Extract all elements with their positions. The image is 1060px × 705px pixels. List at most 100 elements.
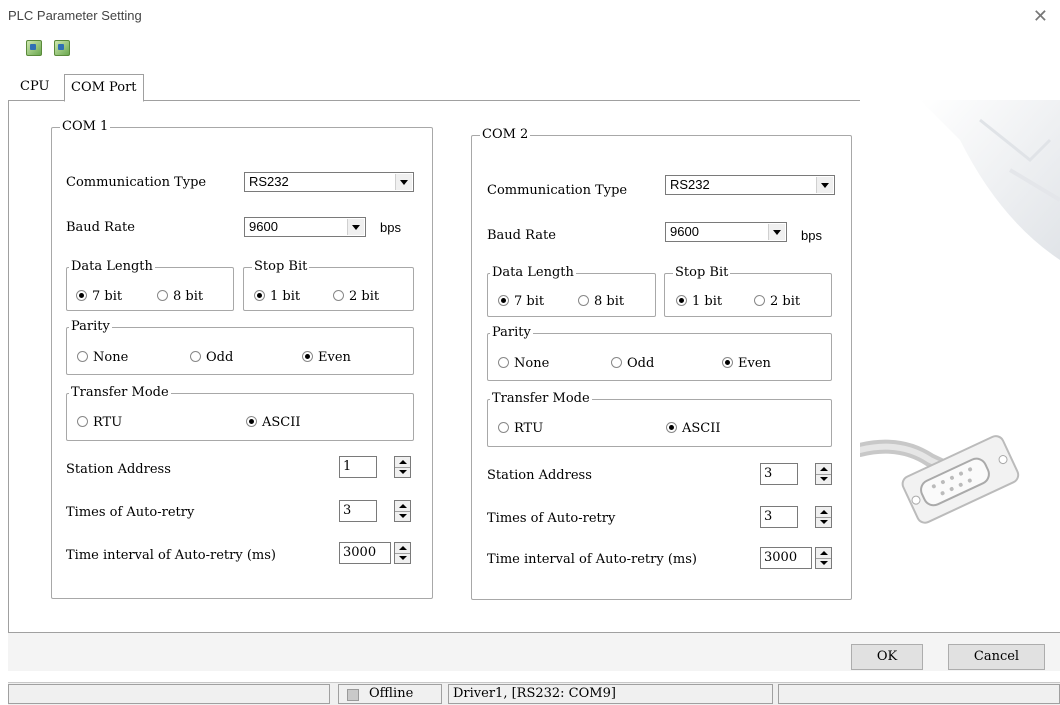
com1-baud-rate-label: Baud Rate [66,220,135,235]
radio-icon [77,416,88,427]
spin-buttons[interactable] [815,463,832,485]
radio-label: Even [318,350,351,365]
com2-communication-type-value: RS232 [670,177,710,192]
com2-time-interval-stepper[interactable]: 3000 [760,547,832,569]
com2-transfer-mode-ascii[interactable]: ASCII [666,421,721,436]
com1-times-auto-retry-stepper[interactable]: 3 [339,500,411,522]
com1-data-length-8bit[interactable]: 8 bit [157,289,203,304]
spin-buttons[interactable] [815,506,832,528]
com2-station-address-value[interactable]: 3 [760,463,798,485]
com1-transfer-mode-title: Transfer Mode [69,385,171,401]
spin-down-icon[interactable] [816,558,831,568]
radio-icon [190,351,201,362]
com2-data-length-7bit[interactable]: 7 bit [498,294,544,309]
com2-title: COM 2 [480,127,531,143]
radio-icon [77,351,88,362]
com1-stop-bit-1bit[interactable]: 1 bit [254,289,300,304]
spin-down-icon[interactable] [395,553,410,563]
upload-icon[interactable] [26,40,42,56]
com2-times-auto-retry-value[interactable]: 3 [760,506,798,528]
status-driver: Driver1, [RS232: COM9] [448,684,773,704]
close-icon[interactable]: ✕ [1033,6,1048,27]
com1-parity-none[interactable]: None [77,350,128,365]
chevron-down-icon[interactable] [347,219,364,235]
window-title: PLC Parameter Setting [8,8,142,23]
com2-time-interval-value[interactable]: 3000 [760,547,812,569]
chevron-down-icon[interactable] [816,177,833,193]
com2-baud-rate-select[interactable]: 9600 [665,222,787,242]
download-icon[interactable] [54,40,70,56]
com1-station-address-stepper[interactable]: 1 [339,456,411,478]
com1-baud-rate-select[interactable]: 9600 [244,217,366,237]
com2-station-address-stepper[interactable]: 3 [760,463,832,485]
com2-parity-odd[interactable]: Odd [611,356,654,371]
com1-transfer-mode-rtu[interactable]: RTU [77,415,122,430]
com1-parity-odd[interactable]: Odd [190,350,233,365]
radio-label: 2 bit [770,294,801,309]
spin-buttons[interactable] [394,456,411,478]
com1-station-address-label: Station Address [66,462,171,477]
radio-checked-icon [722,357,733,368]
com1-times-auto-retry-value[interactable]: 3 [339,500,377,522]
com1-communication-type-select[interactable]: RS232 [244,172,414,192]
com2-baud-rate-value: 9600 [670,224,699,239]
com2-bps-unit: bps [801,228,822,243]
radio-checked-icon [302,351,313,362]
com1-data-length-7bit[interactable]: 7 bit [76,289,122,304]
spin-buttons[interactable] [394,500,411,522]
radio-icon [498,357,509,368]
com1-stop-bit-title: Stop Bit [252,259,310,275]
com2-times-auto-retry-stepper[interactable]: 3 [760,506,832,528]
com1-time-interval-stepper[interactable]: 3000 [339,542,411,564]
spin-buttons[interactable] [815,547,832,569]
tab-cpu[interactable]: CPU [14,74,55,100]
com2-parity-title: Parity [490,325,533,341]
spin-down-icon[interactable] [395,511,410,521]
radio-label: Even [738,356,771,371]
com2-data-length-8bit[interactable]: 8 bit [578,294,624,309]
radio-label: 8 bit [594,294,625,309]
cancel-button[interactable]: Cancel [948,644,1045,670]
spin-down-icon[interactable] [395,467,410,477]
status-pane-state: Offline [338,684,442,704]
radio-label: None [514,356,550,371]
spin-buttons[interactable] [394,542,411,564]
radio-label: Odd [206,350,234,365]
radio-label: 7 bit [92,289,123,304]
radio-label: 8 bit [173,289,204,304]
com2-stop-bit-2bit[interactable]: 2 bit [754,294,800,309]
tab-com-port[interactable]: COM Port [64,74,144,102]
radio-checked-icon [254,290,265,301]
com1-stop-bit-2bit[interactable]: 2 bit [333,289,379,304]
radio-checked-icon [666,422,677,433]
com1-parity-even[interactable]: Even [302,350,351,365]
chevron-down-icon[interactable] [395,174,412,190]
com2-stop-bit-title: Stop Bit [673,265,731,281]
radio-label: ASCII [262,415,301,430]
com1-parity-title: Parity [69,319,112,335]
ok-button[interactable]: OK [851,644,923,670]
status-pane-empty [8,684,330,704]
com1-bps-unit: bps [380,220,401,235]
radio-label: RTU [93,415,123,430]
com2-communication-type-select[interactable]: RS232 [665,175,835,195]
radio-checked-icon [246,416,257,427]
radio-label: 7 bit [514,294,545,309]
com2-times-auto-retry-label: Times of Auto-retry [487,511,616,526]
com1-time-interval-value[interactable]: 3000 [339,542,391,564]
com1-data-length-title: Data Length [69,259,155,275]
com2-stop-bit-1bit[interactable]: 1 bit [676,294,722,309]
com1-times-auto-retry-label: Times of Auto-retry [66,505,195,520]
spin-down-icon[interactable] [816,474,831,484]
com1-time-interval-label: Time interval of Auto-retry (ms) [66,548,276,563]
radio-label: 1 bit [692,294,723,309]
com2-parity-none[interactable]: None [498,356,549,371]
spin-down-icon[interactable] [816,517,831,527]
com1-station-address-value[interactable]: 1 [339,456,377,478]
com2-transfer-mode-rtu[interactable]: RTU [498,421,543,436]
chevron-down-icon[interactable] [768,224,785,240]
com1-transfer-mode-ascii[interactable]: ASCII [246,415,301,430]
com1-baud-rate-value: 9600 [249,219,278,234]
com2-parity-even[interactable]: Even [722,356,771,371]
radio-label: 2 bit [349,289,380,304]
